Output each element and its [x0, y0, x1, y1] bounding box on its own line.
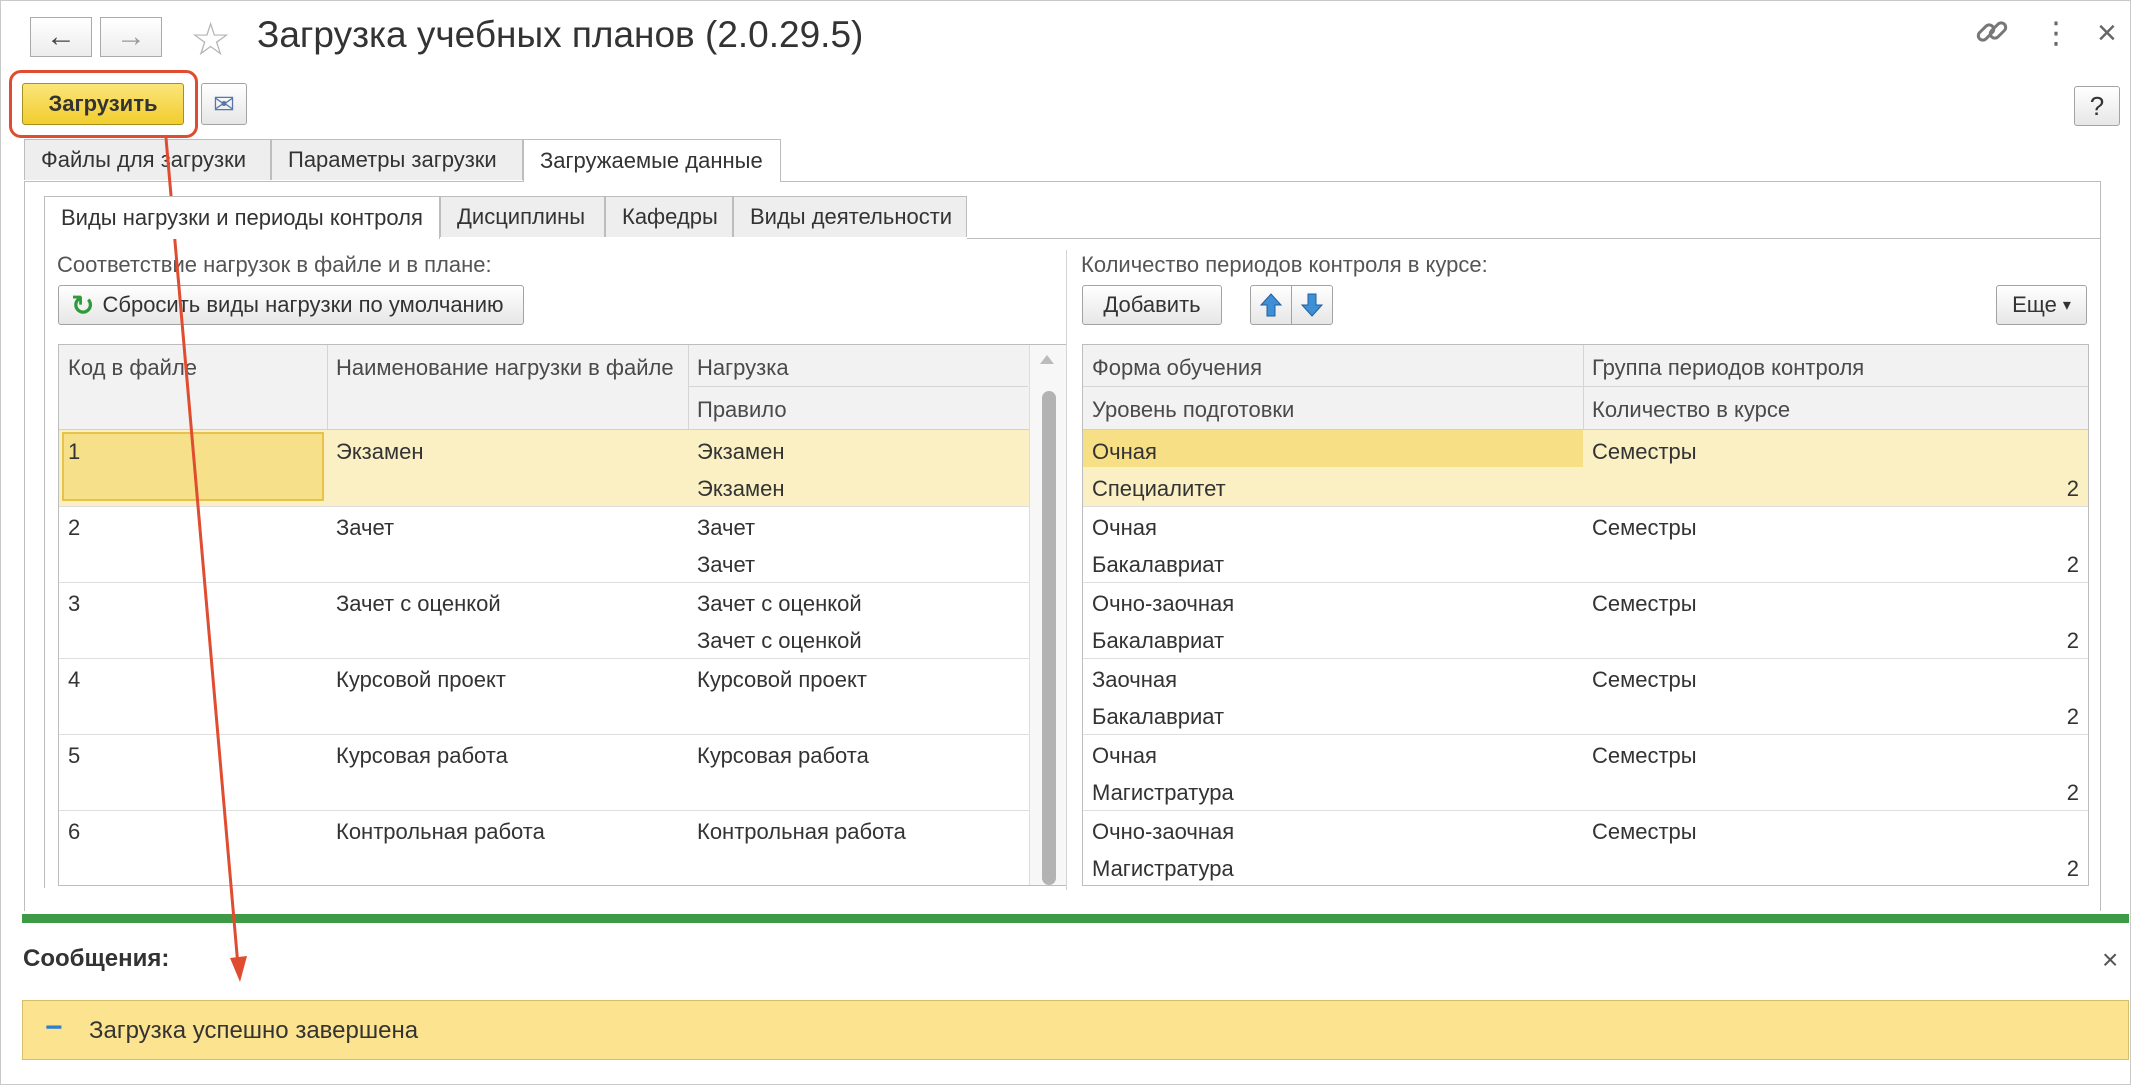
- annotation-arrow-line: [164, 137, 240, 967]
- tab-loaded-data[interactable]: Загружаемые данные: [523, 139, 781, 182]
- annotation-arrow-head: [230, 956, 247, 982]
- annotation-arrow: [164, 137, 247, 982]
- tab-load-types[interactable]: Виды нагрузки и периоды контроля: [44, 196, 440, 239]
